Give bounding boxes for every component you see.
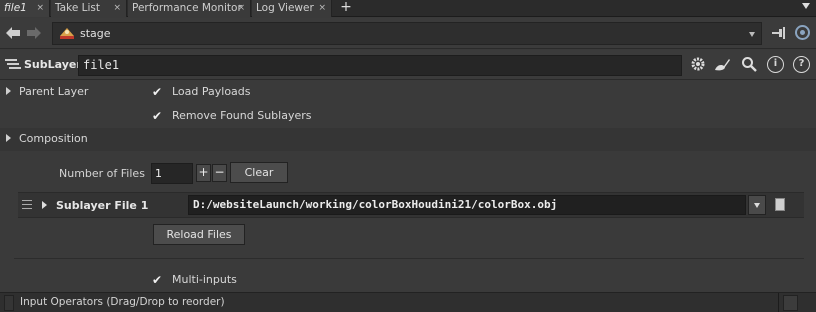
path-context-label: stage (80, 27, 111, 40)
divider (778, 293, 779, 312)
close-icon[interactable]: × (318, 0, 326, 16)
file-dropdown-button[interactable] (748, 195, 766, 215)
input-list-handle[interactable] (4, 295, 14, 311)
expand-arrow-icon[interactable] (42, 201, 47, 209)
link-icon[interactable] (795, 25, 810, 40)
tab-label: Performance Monitor (132, 2, 242, 14)
chevron-down-icon[interactable] (749, 32, 755, 37)
network-path-field[interactable]: stage (52, 22, 762, 45)
tab-file1[interactable]: file1 × (0, 0, 50, 17)
tab-label: Take List (55, 2, 100, 14)
back-arrow-icon[interactable] (6, 27, 20, 43)
reload-files-button[interactable]: Reload Files (153, 224, 245, 245)
remove-found-sublayers-checkbox[interactable]: ✔ (152, 110, 165, 123)
number-of-files-label: Number of Files (59, 167, 145, 180)
folder-composition[interactable]: Composition (0, 128, 816, 151)
tab-take-list[interactable]: Take List × (51, 0, 127, 17)
add-tab-icon[interactable]: + (338, 0, 354, 16)
brush-icon[interactable] (713, 56, 730, 73)
input-list-scrollbar[interactable] (783, 295, 798, 311)
close-icon[interactable]: × (113, 0, 121, 16)
remove-found-sublayers-label: Remove Found Sublayers (172, 109, 312, 122)
number-of-files-input[interactable]: 1 (151, 163, 193, 184)
clear-button[interactable]: Clear (230, 162, 288, 183)
increment-button[interactable]: + (196, 164, 211, 182)
load-payloads-checkbox[interactable]: ✔ (152, 86, 165, 99)
folder-parent-layer[interactable]: Parent Layer (0, 81, 816, 104)
gear-icon[interactable] (689, 56, 706, 73)
tab-performance-monitor[interactable]: Performance Monitor × (128, 0, 251, 17)
sublayer-file-label: Sublayer File 1 (56, 199, 149, 212)
search-icon[interactable] (740, 56, 757, 73)
input-operators-bar: Input Operators (Drag/Drop to reorder) (0, 292, 816, 312)
decrement-button[interactable]: − (212, 164, 227, 182)
stage-icon (59, 26, 75, 40)
close-icon[interactable]: × (36, 0, 44, 16)
input-operators-label: Input Operators (Drag/Drop to reorder) (20, 296, 225, 308)
sublayer-icon (5, 58, 21, 72)
load-payloads-label: Load Payloads (172, 85, 251, 98)
file-chooser-icon[interactable] (775, 198, 785, 211)
sublayer-file-path-input[interactable]: D:/websiteLaunch/working/colorBoxHoudini… (188, 195, 746, 215)
sublayer-file-instance: Sublayer File 1 D:/websiteLaunch/working… (18, 192, 804, 218)
node-header: SubLayer file1 i ? (0, 50, 816, 80)
tab-label: Log Viewer (256, 2, 314, 14)
multi-inputs-checkbox[interactable]: ✔ (152, 274, 165, 287)
expand-arrow-icon[interactable] (6, 134, 11, 142)
close-icon[interactable]: × (237, 0, 245, 16)
path-bar: stage (0, 18, 816, 49)
tab-menu-icon[interactable] (802, 3, 810, 9)
expand-arrow-icon[interactable] (6, 87, 11, 95)
pane-tab-bar: file1 × Take List × Performance Monitor … (0, 0, 816, 17)
divider (14, 258, 804, 259)
info-icon[interactable]: i (767, 56, 784, 73)
tab-log-viewer[interactable]: Log Viewer × (252, 0, 332, 17)
forward-arrow-icon[interactable] (27, 27, 41, 43)
drag-handle-icon[interactable] (22, 200, 32, 209)
parameter-pane: Parent Layer ✔ Load Payloads ✔ Remove Fo… (0, 81, 816, 292)
node-name-field[interactable]: file1 (78, 55, 682, 76)
help-icon[interactable]: ? (793, 56, 810, 73)
folder-label: Composition (19, 132, 88, 145)
pin-icon[interactable] (772, 27, 786, 42)
multi-inputs-label: Multi-inputs (172, 273, 237, 286)
folder-label: Parent Layer (19, 85, 89, 98)
node-type-label: SubLayer (24, 58, 82, 71)
tab-label: file1 (4, 2, 27, 14)
